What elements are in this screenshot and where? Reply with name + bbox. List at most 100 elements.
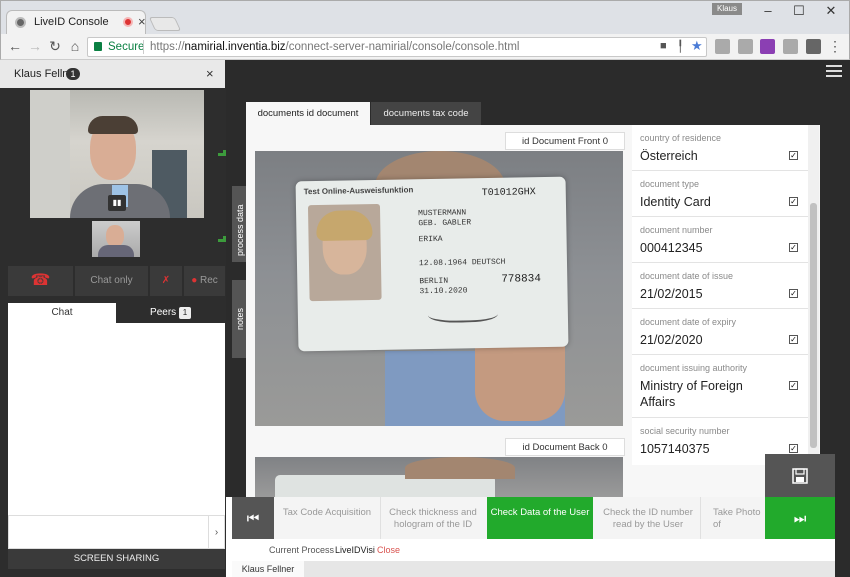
field-label: social security number [640,426,730,436]
peer-tab-close-icon[interactable]: × [206,66,214,81]
address-bar[interactable]: Secure https://namirial.inventia.biz/con… [87,37,707,57]
step-tax-code[interactable]: Tax Code Acquisition [277,497,377,539]
chat-messages [8,323,225,515]
tab-documents-tax-code[interactable]: documents tax code [371,102,481,125]
document-tabs: documents id document documents tax code [246,102,486,125]
browser-menu-icon[interactable]: ⋮ [826,37,844,55]
thumbnail-face [106,225,124,247]
field-document-type: document type Identity Card ✓ [632,171,808,217]
peer-count-badge: 1 [66,68,80,80]
previous-step-icon[interactable]: ⏮ [232,497,274,539]
card-given-name: ERIKA [418,234,443,245]
hamburger-menu-icon[interactable] [826,65,842,79]
tab-documents-id[interactable]: documents id document [246,102,370,125]
key-icon[interactable]: ╿ [677,40,684,53]
extension-doc-icon[interactable] [783,39,798,54]
card-text: MUSTERMANN GEB. GABLER ERIKA 12.08.1964 … [418,208,506,297]
url-host: namirial.inventia.biz [184,41,286,53]
record-button[interactable]: ● Rec [184,266,225,296]
tab-peers[interactable]: Peers 1 [116,303,225,323]
self-view-thumbnail[interactable] [92,221,140,257]
field-checkbox[interactable]: ✓ [789,151,798,160]
field-checkbox[interactable]: ✓ [789,381,798,390]
signal-icon-2 [218,236,226,242]
bottom-tab-peer[interactable]: Klaus Fellner [232,561,304,577]
back-arrow-icon[interactable]: ← [6,37,24,55]
reload-icon[interactable]: ↻ [46,37,64,55]
save-button[interactable] [765,454,835,497]
card-portrait-hair [316,210,373,242]
video-camera-icon[interactable]: ▮▮ [108,195,126,211]
field-checkbox[interactable]: ✓ [789,243,798,252]
thumbnail-shoulders [98,245,134,257]
field-value: Ministry of Foreign Affairs [640,379,743,409]
tab-chat[interactable]: Chat [8,303,116,323]
step-check-id-number[interactable]: Check the ID number read by the User [596,497,701,539]
scrollbar-thumb[interactable] [810,203,817,448]
side-tab-process-data-label: process data [235,204,245,256]
hangup-phone-icon[interactable]: ☎ [8,266,73,296]
recording-icon [123,17,133,27]
chat-input[interactable] [8,515,213,549]
step-check-thickness[interactable]: Check thickness and hologram of the ID [380,497,485,539]
close-window-button[interactable]: ✕ [816,0,846,22]
right-edge [835,88,850,577]
lock-icon [94,42,102,51]
field-checkbox[interactable]: ✓ [789,444,798,453]
field-label: document date of expiry [640,317,737,327]
field-value: Identity Card [640,195,711,209]
field-value: 21/02/2015 [640,287,703,301]
field-checkbox[interactable]: ✓ [789,289,798,298]
record-label: Rec [200,275,218,286]
field-checkbox[interactable]: ✓ [789,197,798,206]
star-icon[interactable]: ★ [691,38,703,54]
card-nationality: DEUTSCH [471,257,506,268]
signal-icon [218,150,226,156]
bottom-tab-bar: Klaus Fellner [232,561,835,577]
extension-box-icon[interactable] [806,39,821,54]
camera-icon[interactable]: ■ [660,40,667,52]
extension-onenote-icon[interactable] [760,39,775,54]
peer-tab[interactable]: Klaus Fellner 1 × [0,60,225,88]
address-separator [143,40,144,54]
close-process-link[interactable]: Close [377,545,400,555]
favicon-icon [15,17,26,28]
chat-only-button[interactable]: Chat only [75,266,148,296]
field-country: country of residence Österreich ✓ [632,125,808,171]
id-back-image[interactable] [255,457,623,497]
fields-scrollbar[interactable] [808,125,819,465]
process-steps: Tax Code Acquisition Check thickness and… [232,497,835,539]
screen-sharing-button[interactable]: SCREEN SHARING [8,549,225,569]
maximize-button[interactable]: ☐ [784,0,814,22]
mute-microphone-icon[interactable]: ✗ [150,266,182,296]
step-check-data[interactable]: Check Data of the User [487,497,593,539]
home-icon[interactable]: ⌂ [66,37,84,55]
side-tab-notes-label: notes [235,307,245,330]
field-label: document type [640,179,700,189]
field-issuing-authority: document issuing authority Ministry of F… [632,355,808,418]
field-label: document number [640,225,713,235]
data-fields-panel: country of residence Österreich ✓ docume… [632,125,808,465]
save-disk-icon [792,468,808,484]
forward-arrow-icon[interactable]: → [26,37,44,55]
peers-label: Peers [150,307,177,318]
url-text: https://namirial.inventia.biz/connect-se… [150,41,519,53]
extension-cast-icon[interactable] [715,39,730,54]
extension-g-icon[interactable] [738,39,753,54]
field-date-of-expiry: document date of expiry 21/02/2020 ✓ [632,309,808,355]
chat-send-chevron-icon[interactable]: › [208,515,225,549]
id-card: Test Online-Ausweisfunktion T01012GHX MU… [295,176,569,352]
profile-badge[interactable]: Klaus [712,3,742,15]
tab-close-icon[interactable]: × [138,14,146,29]
field-label: document date of issue [640,271,734,281]
browser-tab[interactable]: LiveID Console × [6,10,146,34]
field-checkbox[interactable]: ✓ [789,335,798,344]
id-front-image[interactable]: Test Online-Ausweisfunktion T01012GHX MU… [255,151,623,426]
step-take-photo[interactable]: Take Photo of [703,497,767,539]
call-controls: ☎ Chat only ✗ ● Rec [8,266,225,296]
field-value: 1057140375 [640,442,710,456]
field-label: document issuing authority [640,363,748,373]
card-expiry: 31.10.2020 [419,286,468,297]
minimize-button[interactable]: – [753,0,783,22]
next-step-icon[interactable]: ⏭ [765,497,835,539]
